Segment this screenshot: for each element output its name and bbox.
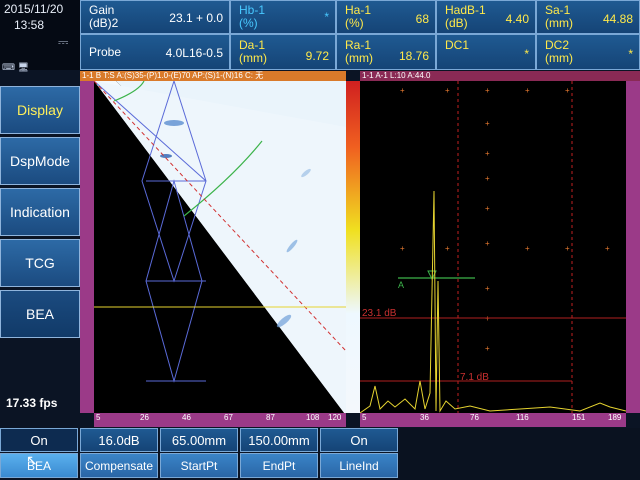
da-value: 9.72 <box>305 49 329 63</box>
gate2-label: 7.1 dB <box>460 372 489 383</box>
sscan-left-ruler <box>80 81 94 413</box>
ra-label: Ra-1 (mm) <box>345 38 373 65</box>
svg-text:+: + <box>485 204 490 213</box>
ascan-view[interactable]: +++++ ++++++++ +++++ 23.1 dB 7.1 dB A <box>360 81 626 413</box>
hadb-label: HadB-1 (dB) <box>445 3 486 30</box>
marker-a: A <box>398 280 404 290</box>
probe-cell[interactable]: Probe 4.0L16-0.5 <box>80 34 230 70</box>
dc2-value: * <box>628 47 633 61</box>
sa-label: Sa-1 (mm) <box>545 3 573 30</box>
menu-indication[interactable]: Indication <box>0 188 80 236</box>
hb-cell[interactable]: Hb-1 (%) * <box>230 0 336 34</box>
sscan-tick-labels: 5 26 46 67 87 108 120 <box>96 413 342 422</box>
svg-text:+: + <box>485 86 490 95</box>
menu-tcg[interactable]: TCG <box>0 239 80 287</box>
svg-text:+: + <box>565 244 570 253</box>
ha-label: Ha-1 (%) <box>345 3 372 30</box>
svg-text:+: + <box>485 174 490 183</box>
sscan-view[interactable] <box>94 81 346 413</box>
svg-text:+: + <box>485 344 490 353</box>
color-scale-bar <box>346 81 360 413</box>
gate1-label: 23.1 dB <box>362 308 397 319</box>
hadb-value: 4.40 <box>505 12 529 26</box>
date-text: 2015/11/20 <box>4 2 64 16</box>
dc1-label: DC1 <box>445 38 470 52</box>
ascan-title: 1-1 A-1 L:10 A:44.0 <box>360 71 640 81</box>
sa-value: 44.88 <box>602 12 633 26</box>
svg-text:+: + <box>525 86 530 95</box>
sscan-title: 1-1 B T:S A:(S)35-(P)1.0-(E)70 AP:(S)1-(… <box>80 71 346 81</box>
da-label: Da-1 (mm) <box>239 38 267 65</box>
softkey-lineind[interactable]: On LineInd <box>320 428 398 478</box>
ha-value: 68 <box>415 12 429 26</box>
svg-text:+: + <box>400 244 405 253</box>
svg-text:+: + <box>565 86 570 95</box>
dc1-cell[interactable]: DC1 * <box>436 34 536 70</box>
softkey-startpt[interactable]: 65.00mm StartPt <box>160 428 238 478</box>
menu-display[interactable]: Display <box>0 86 80 134</box>
da-cell[interactable]: Da-1 (mm) 9.72 <box>230 34 336 70</box>
softkey-empty-area <box>400 428 640 480</box>
svg-text:+: + <box>400 86 405 95</box>
ascan-tick-labels: 5 36 76 116 151 189 <box>362 413 622 422</box>
ut-instrument-screen: 2015/11/20 13:58 ⎓ ⌨ 🖥 Gain (dB)2 23.1 +… <box>0 0 640 480</box>
gain-value: 23.1 + 0.0 <box>169 11 223 25</box>
svg-text:+: + <box>485 119 490 128</box>
svg-text:+: + <box>445 86 450 95</box>
menu-dspmode[interactable]: DspMode <box>0 137 80 185</box>
probe-value: 4.0L16-0.5 <box>165 46 223 60</box>
ra-value: 18.76 <box>398 49 429 63</box>
svg-text:+: + <box>605 244 610 253</box>
dc2-cell[interactable]: DC2 (mm) * <box>536 34 640 70</box>
time-text: 13:58 <box>14 18 45 32</box>
softkey-compensate[interactable]: 16.0dB Compensate <box>80 428 158 478</box>
probe-label: Probe <box>89 45 122 59</box>
menu-bea[interactable]: BEA <box>0 290 80 338</box>
sa-cell[interactable]: Sa-1 (mm) 44.88 <box>536 0 640 34</box>
svg-text:+: + <box>485 239 490 248</box>
svg-text:+: + <box>525 244 530 253</box>
gain-cell[interactable]: Gain (dB)2 23.1 + 0.0 <box>80 0 230 34</box>
fps-readout: 17.33 fps <box>6 396 58 410</box>
gain-label: Gain (dB)2 <box>89 3 119 30</box>
cursor-icon: ↖ <box>26 452 38 468</box>
hb-label: Hb-1 (%) <box>239 3 266 30</box>
ra-cell[interactable]: Ra-1 (mm) 18.76 <box>336 34 436 70</box>
ascan-right-ruler <box>626 81 640 413</box>
softkey-bea[interactable]: On BEA <box>0 428 78 478</box>
svg-text:+: + <box>485 149 490 158</box>
svg-text:+: + <box>485 284 490 293</box>
softkey-endpt[interactable]: 150.00mm EndPt <box>240 428 318 478</box>
svg-text:+: + <box>445 244 450 253</box>
dc1-value: * <box>524 47 529 61</box>
status-panel: 2015/11/20 13:58 ⎓ ⌨ 🖥 <box>0 0 80 72</box>
dc2-label: DC2 (mm) <box>545 38 573 65</box>
ha-cell[interactable]: Ha-1 (%) 68 <box>336 0 436 34</box>
keyboard-icon: ⌨ 🖥 <box>2 62 29 72</box>
hadb-cell[interactable]: HadB-1 (dB) 4.40 <box>436 0 536 34</box>
usb-icon: ⎓ <box>58 34 69 49</box>
hb-value: * <box>324 10 329 24</box>
